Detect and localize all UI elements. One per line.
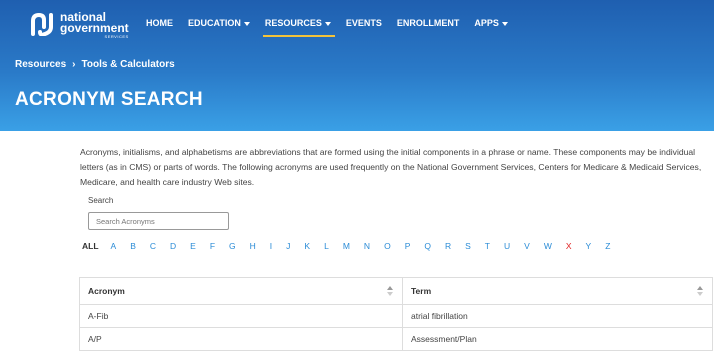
letter-filter-x[interactable]: X — [566, 241, 572, 251]
nav-item-label: EDUCATION — [188, 18, 241, 28]
ngs-logo-icon — [31, 12, 53, 36]
sort-icon[interactable] — [387, 286, 393, 296]
letter-filter-e[interactable]: E — [190, 241, 196, 251]
letter-filter-c[interactable]: C — [150, 241, 156, 251]
letter-filter-t[interactable]: T — [485, 241, 490, 251]
breadcrumb-separator: › — [72, 59, 76, 70]
nav-item-home[interactable]: HOME — [146, 18, 173, 32]
letter-filter-a[interactable]: A — [111, 241, 117, 251]
column-header-acronym-label: Acronym — [88, 286, 125, 296]
caret-down-icon — [324, 21, 331, 26]
caret-down-icon — [243, 21, 250, 26]
letter-filter-r[interactable]: R — [445, 241, 451, 251]
letter-filter-z[interactable]: Z — [605, 241, 610, 251]
letter-filter-all[interactable]: ALL — [82, 241, 99, 251]
letter-filter-d[interactable]: D — [170, 241, 176, 251]
letter-filter-m[interactable]: M — [343, 241, 350, 251]
alphabet-filter: ALL A B C D E F G H I J K L M N O P Q R S T U V W X Y Z — [82, 241, 624, 251]
letter-filter-n[interactable]: N — [364, 241, 370, 251]
letter-filter-o[interactable]: O — [384, 241, 391, 251]
caret-down-icon — [501, 21, 508, 26]
letter-filter-k[interactable]: K — [304, 241, 310, 251]
breadcrumb: Resources › Tools & Calculators — [15, 59, 175, 70]
term-cell: atrial fibrillation — [402, 304, 713, 328]
term-cell: Assessment/Plan — [402, 327, 713, 351]
nav-item-label: HOME — [146, 18, 173, 28]
letter-filter-l[interactable]: L — [324, 241, 329, 251]
sort-icon[interactable] — [697, 286, 703, 296]
logo-line-2: government — [60, 21, 129, 35]
logo-wordmark: national government SERVICES — [60, 11, 129, 39]
main-menu: HOME EDUCATION RESOURCES EVENTS ENROLLMENT AP… — [146, 18, 523, 37]
column-header-term[interactable]: Term — [402, 277, 713, 305]
nav-item-events[interactable]: EVENTS — [346, 18, 382, 32]
breadcrumb-item-resources[interactable]: Resources — [15, 59, 66, 70]
nav-item-enrollment[interactable]: ENROLLMENT — [397, 18, 460, 32]
table-row[interactable]: A-Fib atrial fibrillation — [79, 304, 713, 328]
breadcrumb-item-tools[interactable]: Tools & Calculators — [81, 59, 174, 70]
nav-item-education[interactable]: EDUCATION — [188, 18, 250, 32]
acronym-cell: A/P — [79, 327, 403, 351]
nav-item-resources[interactable]: RESOURCES — [262, 18, 335, 37]
letter-filter-s[interactable]: S — [465, 241, 471, 251]
letter-filter-h[interactable]: H — [250, 241, 256, 251]
nav-item-label: RESOURCES — [264, 18, 322, 28]
letter-filter-f[interactable]: F — [210, 241, 215, 251]
letter-filter-j[interactable]: J — [286, 241, 290, 251]
acronym-cell: A-Fib — [79, 304, 403, 328]
letter-filter-i[interactable]: I — [270, 241, 272, 251]
page-title: ACRONYM SEARCH — [15, 89, 203, 110]
nav-item-label: EVENTS — [345, 18, 382, 28]
top-navigation: national government SERVICES HOME EDUCATI… — [0, 0, 714, 46]
nav-item-label: APPS — [474, 18, 499, 28]
search-input[interactable] — [88, 212, 229, 230]
intro-paragraph: Acronyms, initialisms, and alphabetisms … — [80, 147, 702, 187]
table-body: A-Fib atrial fibrillation A/P Assessment/Pl… — [79, 304, 713, 351]
letter-filter-q[interactable]: Q — [424, 241, 431, 251]
column-header-acronym[interactable]: Acronym — [79, 277, 403, 305]
letter-filter-b[interactable]: B — [130, 241, 136, 251]
table-header-row: Acronym Term — [79, 277, 713, 305]
letter-filter-g[interactable]: G — [229, 241, 236, 251]
letter-filter-w[interactable]: W — [544, 241, 552, 251]
nav-item-apps[interactable]: APPS — [474, 18, 508, 32]
letter-filter-p[interactable]: P — [405, 241, 411, 251]
hero-banner: national government SERVICES HOME EDUCATI… — [0, 0, 714, 131]
column-header-term-label: Term — [411, 286, 432, 296]
letter-filter-v[interactable]: V — [524, 241, 530, 251]
nav-item-label: ENROLLMENT — [396, 18, 460, 28]
acronym-table: Acronym Term A-Fib atrial fibrillation A/P… — [79, 277, 713, 351]
letter-filter-u[interactable]: U — [504, 241, 510, 251]
table-row[interactable]: A/P Assessment/Plan — [79, 327, 713, 351]
letter-filter-y[interactable]: Y — [586, 241, 592, 251]
search-label: Search — [88, 196, 114, 205]
logo[interactable]: national government SERVICES — [30, 11, 129, 39]
